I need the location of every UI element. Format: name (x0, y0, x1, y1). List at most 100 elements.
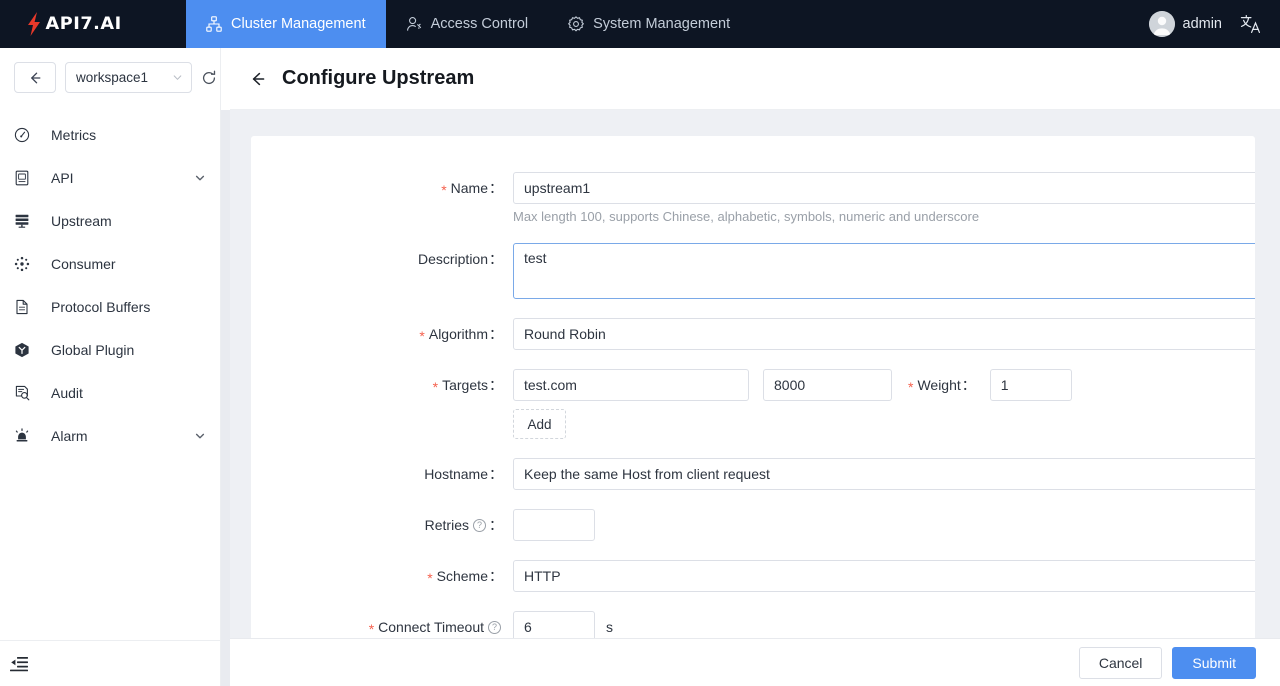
server-icon (14, 213, 36, 229)
sidebar-item-label: Metrics (51, 126, 97, 143)
brand-name: API7.AI (45, 14, 122, 34)
alarm-icon (14, 427, 36, 444)
required-asterisk: * (368, 621, 375, 637)
workspace-back-button[interactable] (14, 62, 56, 93)
sidebar-item-label: Consumer (51, 255, 116, 272)
main-content: Configure Upstream * Name： upstream1 Max… (230, 48, 1280, 686)
description-textarea[interactable]: test (513, 243, 1255, 299)
targets-row: test.com 8000 * Weight： 1 (513, 369, 1255, 401)
tab-system-management[interactable]: System Management (548, 0, 750, 48)
help-circle-icon[interactable]: ? (488, 620, 501, 634)
field-row-scheme: * Scheme： HTTP (251, 560, 1255, 592)
submit-button[interactable]: Submit (1172, 646, 1256, 679)
file-icon (14, 299, 36, 315)
sidebar-item-consumer[interactable]: Consumer (0, 242, 220, 285)
refresh-icon[interactable] (201, 70, 217, 86)
label-text: Scheme (436, 568, 488, 584)
field-row-description: Description： test (251, 243, 1255, 299)
user-menu[interactable]: admin (1148, 11, 1222, 37)
label-text: Algorithm (428, 326, 488, 342)
label-text: Description (417, 251, 488, 267)
tab-label: Access Control (430, 16, 529, 32)
translate-icon[interactable] (1240, 14, 1260, 34)
arrow-left-icon (31, 72, 41, 83)
label-retries: Retries ?： (251, 509, 513, 541)
sidebar-item-label: Protocol Buffers (51, 298, 151, 315)
connect-timeout-unit: s (606, 619, 613, 635)
sidebar: workspace1 Metrics API Upstream Consumer… (0, 48, 221, 686)
required-asterisk: * (908, 379, 914, 395)
sidebar-item-label: Audit (51, 384, 83, 401)
dashboard-icon (14, 127, 36, 143)
label-description: Description： (251, 243, 513, 275)
algorithm-value: Round Robin (524, 326, 606, 342)
retries-input[interactable] (513, 509, 595, 541)
sidebar-item-label: Upstream (51, 212, 112, 229)
sidebar-item-global-plugin[interactable]: Global Plugin (0, 328, 220, 371)
configure-upstream-form: * Name： upstream1 Max length 100, suppor… (251, 136, 1255, 686)
required-asterisk: * (441, 182, 447, 198)
label-text: Targets (442, 377, 488, 393)
menu-fold-icon[interactable] (10, 655, 28, 673)
sidebar-item-api[interactable]: API (0, 156, 220, 199)
sidebar-item-upstream[interactable]: Upstream (0, 199, 220, 242)
field-row-hostname: Hostname： Keep the same Host from client… (251, 458, 1255, 490)
nav-right-actions: admin (1148, 0, 1280, 48)
chevron-down-icon[interactable] (194, 430, 206, 442)
target-weight-input[interactable]: 1 (989, 369, 1072, 401)
sidebar-item-label: Alarm (51, 427, 88, 444)
field-row-retries: Retries ?： (251, 509, 1255, 541)
tab-cluster-management[interactable]: Cluster Management (186, 0, 386, 48)
sidebar-content-gutter (221, 110, 230, 686)
hostname-value: Keep the same Host from client request (524, 466, 770, 482)
sidebar-item-protocol-buffers[interactable]: Protocol Buffers (0, 285, 220, 328)
chevron-down-icon[interactable] (194, 172, 206, 184)
workspace-select[interactable]: workspace1 (65, 62, 192, 93)
label-targets: * Targets： (251, 369, 513, 401)
label-algorithm: * Algorithm： (251, 318, 513, 350)
workspace-value: workspace1 (76, 70, 149, 85)
required-asterisk: * (432, 379, 439, 395)
label-text: Hostname (424, 466, 488, 482)
tab-label: System Management (593, 16, 731, 32)
required-asterisk: * (427, 570, 433, 586)
name-input[interactable]: upstream1 (513, 172, 1255, 204)
page-title: Configure Upstream (282, 67, 475, 89)
arrow-left-icon (252, 72, 265, 85)
chevron-down-icon (173, 75, 182, 80)
required-asterisk: * (419, 328, 425, 344)
tab-access-control[interactable]: Access Control (386, 0, 549, 48)
add-target-button[interactable]: Add (513, 409, 566, 439)
user-avatar-icon (1148, 11, 1175, 37)
cluster-icon (206, 16, 222, 32)
sidebar-item-label: Global Plugin (51, 341, 135, 358)
cancel-button[interactable]: Cancel (1078, 646, 1163, 679)
hostname-select[interactable]: Keep the same Host from client request (513, 458, 1255, 490)
brand-logo: API7.AI (26, 12, 122, 36)
scheme-select[interactable]: HTTP (513, 560, 1255, 592)
api-icon (14, 170, 36, 186)
label-text: Name (450, 180, 488, 196)
label-text: Weight (917, 377, 961, 393)
sidebar-item-label: API (51, 169, 74, 186)
lightning-bolt-icon (28, 12, 40, 36)
label-name: * Name： (251, 172, 513, 204)
algorithm-select[interactable]: Round Robin (513, 318, 1255, 350)
page-header: Configure Upstream (230, 48, 1280, 110)
target-port-input[interactable]: 8000 (763, 369, 892, 401)
form-footer: Cancel Submit (230, 638, 1280, 686)
logo-area[interactable]: API7.AI (0, 0, 186, 48)
nav-tabs: Cluster Management Access Control System… (186, 0, 1149, 48)
sidebar-item-audit[interactable]: Audit (0, 371, 220, 414)
target-host-input[interactable]: test.com (513, 369, 749, 401)
access-control-icon (406, 17, 421, 31)
sidebar-footer (0, 640, 220, 686)
sidebar-item-alarm[interactable]: Alarm (0, 414, 220, 457)
field-row-targets: * Targets： test.com 8000 * Weight： 1 Add (251, 369, 1255, 439)
plugin-icon (14, 342, 36, 358)
page-back-button[interactable] (248, 69, 268, 89)
scheme-value: HTTP (524, 568, 561, 584)
audit-icon (14, 385, 36, 401)
sidebar-item-metrics[interactable]: Metrics (0, 113, 220, 156)
help-circle-icon[interactable]: ? (473, 518, 486, 532)
